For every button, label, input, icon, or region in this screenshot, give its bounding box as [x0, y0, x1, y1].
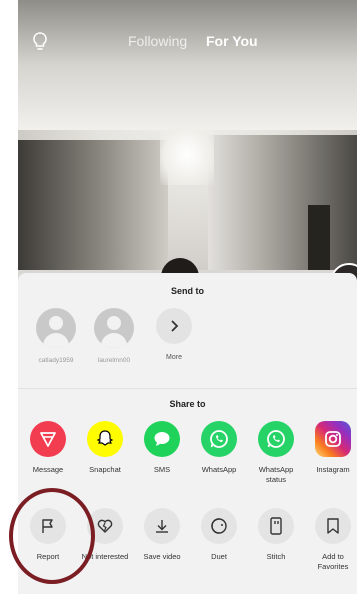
snapchat-icon [87, 421, 123, 457]
message-icon [30, 421, 66, 457]
share-instagram[interactable]: Instagram [303, 421, 357, 475]
share-label: SMS [153, 465, 171, 474]
contact-name: catlady1959 [38, 357, 74, 364]
divider [18, 388, 357, 389]
lightbulb-icon[interactable] [30, 30, 50, 52]
contact-item[interactable]: catlady1959 [26, 308, 86, 364]
share-label: Snapchat [89, 465, 121, 474]
download-icon [144, 508, 180, 544]
contact-item[interactable]: laurelmn00 [84, 308, 144, 364]
stitch-button[interactable]: Stitch [246, 508, 306, 562]
add-to-favorites-button[interactable]: Add to Favorites [303, 508, 357, 572]
share-label: Instagram [316, 465, 350, 474]
more-contacts-button[interactable]: More [154, 308, 194, 361]
bookmark-icon [315, 508, 351, 544]
avatar [94, 308, 134, 348]
share-to-title: Share to [169, 399, 206, 409]
video-light [160, 125, 214, 185]
whatsapp-icon [201, 421, 237, 457]
tab-for-you[interactable]: For You [206, 33, 258, 49]
stitch-icon [258, 508, 294, 544]
action-label: Add to Favorites [317, 552, 349, 571]
save-video-button[interactable]: Save video [132, 508, 192, 562]
action-label: Save video [143, 552, 181, 561]
duet-button[interactable]: Duet [189, 508, 249, 562]
share-message[interactable]: Message [18, 421, 78, 475]
video-ceiling [18, 0, 357, 130]
duet-icon [201, 508, 237, 544]
tab-following[interactable]: Following [128, 33, 187, 49]
share-whatsapp-status[interactable]: WhatsApp status [246, 421, 306, 485]
share-label: Message [32, 465, 64, 474]
share-snapchat[interactable]: Snapchat [75, 421, 135, 475]
action-label: Duet [211, 552, 227, 561]
whatsapp-icon [258, 421, 294, 457]
instagram-icon [315, 421, 351, 457]
share-label: WhatsApp status [258, 465, 294, 484]
video-door [308, 205, 330, 270]
sms-icon [144, 421, 180, 457]
top-bar: Following For You [18, 30, 357, 54]
avatar [36, 308, 76, 348]
chevron-right-icon [156, 308, 192, 344]
send-to-title: Send to [171, 286, 204, 296]
share-sms[interactable]: SMS [132, 421, 192, 475]
highlight-ring [9, 488, 95, 584]
action-label: Stitch [266, 552, 286, 561]
video-wall-right [208, 135, 357, 270]
video-wall-left [18, 140, 168, 270]
contact-name: laurelmn00 [97, 357, 131, 364]
share-label: WhatsApp [201, 465, 237, 474]
more-label: More [166, 354, 182, 361]
share-whatsapp[interactable]: WhatsApp [189, 421, 249, 475]
